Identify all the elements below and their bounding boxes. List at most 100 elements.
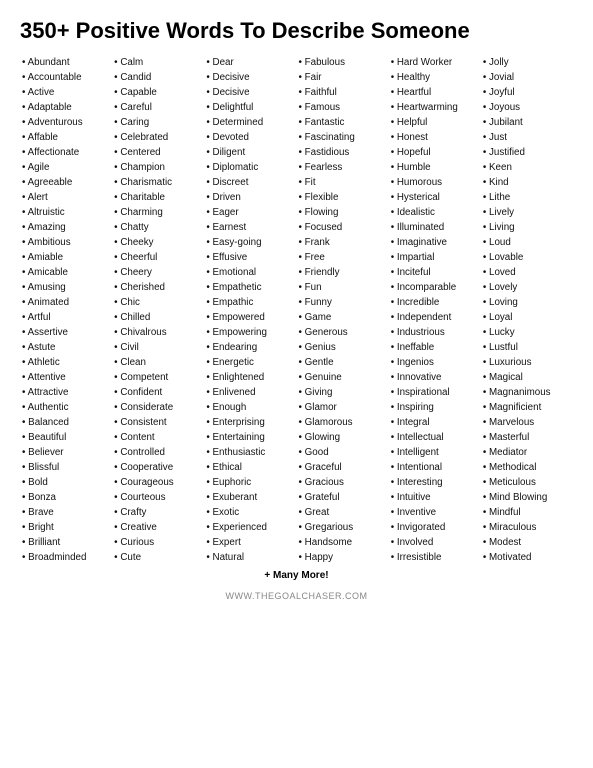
word-item: Athletic [20, 356, 108, 371]
word-item: Emotional [204, 266, 292, 281]
word-item: Gregarious [297, 521, 385, 536]
word-item: Happy [297, 551, 385, 566]
word-item: Authentic [20, 401, 108, 416]
word-item: Faithful [297, 86, 385, 101]
word-item: Clean [112, 356, 200, 371]
word-item: Gentle [297, 356, 385, 371]
word-item: Brave [20, 506, 108, 521]
word-item: Joyous [481, 101, 569, 116]
more-label: + Many More! [20, 570, 573, 581]
word-item: Luxurious [481, 356, 569, 371]
word-item: Ambitious [20, 236, 108, 251]
word-item: Imaginative [389, 236, 477, 251]
footer-url: WWW.THEGOALCHASER.COM [20, 591, 573, 601]
word-item: Game [297, 311, 385, 326]
word-item: Effusive [204, 251, 292, 266]
word-item: Balanced [20, 416, 108, 431]
word-item: Interesting [389, 476, 477, 491]
word-item: Innovative [389, 371, 477, 386]
word-item: Calm [112, 56, 200, 71]
word-item: Jolly [481, 56, 569, 71]
word-item: Lustful [481, 341, 569, 356]
word-item: Considerate [112, 401, 200, 416]
word-item: Amazing [20, 221, 108, 236]
column-6: JollyJovialJoyfulJoyousJubilantJustJusti… [481, 56, 573, 565]
word-item: Generous [297, 326, 385, 341]
word-item: Healthy [389, 71, 477, 86]
word-item: Amiable [20, 251, 108, 266]
word-item: Marvelous [481, 416, 569, 431]
word-item: Euphoric [204, 476, 292, 491]
word-item: Magnificient [481, 401, 569, 416]
word-item: Capable [112, 86, 200, 101]
word-item: Accountable [20, 71, 108, 86]
word-item: Irresistible [389, 551, 477, 566]
words-grid: AbundantAccountableActiveAdaptableAdvent… [20, 56, 573, 565]
word-item: Courteous [112, 491, 200, 506]
word-item: Involved [389, 536, 477, 551]
column-1: AbundantAccountableActiveAdaptableAdvent… [20, 56, 112, 565]
word-item: Intellectual [389, 431, 477, 446]
word-item: Modest [481, 536, 569, 551]
word-item: Attractive [20, 386, 108, 401]
word-item: Keen [481, 161, 569, 176]
word-item: Diligent [204, 146, 292, 161]
page-title: 350+ Positive Words To Describe Someone [20, 18, 573, 44]
column-3: DearDecisiveDecisiveDelightfulDetermined… [204, 56, 296, 565]
word-item: Great [297, 506, 385, 521]
word-item: Charitable [112, 191, 200, 206]
word-item: Hopeful [389, 146, 477, 161]
word-item: Civil [112, 341, 200, 356]
word-item: Assertive [20, 326, 108, 341]
word-item: Alert [20, 191, 108, 206]
word-item: Miraculous [481, 521, 569, 536]
word-item: Loving [481, 296, 569, 311]
word-item: Attentive [20, 371, 108, 386]
word-item: Empathetic [204, 281, 292, 296]
word-item: Cheery [112, 266, 200, 281]
word-item: Decisive [204, 86, 292, 101]
word-item: Glowing [297, 431, 385, 446]
word-item: Masterful [481, 431, 569, 446]
word-item: Inspiring [389, 401, 477, 416]
word-item: Kind [481, 176, 569, 191]
word-item: Centered [112, 146, 200, 161]
word-item: Adventurous [20, 116, 108, 131]
word-item: Content [112, 431, 200, 446]
word-item: Chilled [112, 311, 200, 326]
word-item: Bold [20, 476, 108, 491]
word-item: Illuminated [389, 221, 477, 236]
word-item: Free [297, 251, 385, 266]
word-item: Cheerful [112, 251, 200, 266]
word-item: Believer [20, 446, 108, 461]
word-item: Impartial [389, 251, 477, 266]
word-item: Meticulous [481, 476, 569, 491]
word-item: Affectionate [20, 146, 108, 161]
word-item: Exuberant [204, 491, 292, 506]
word-item: Caring [112, 116, 200, 131]
word-item: Ineffable [389, 341, 477, 356]
word-item: Gracious [297, 476, 385, 491]
word-item: Humorous [389, 176, 477, 191]
word-item: Beautiful [20, 431, 108, 446]
word-item: Living [481, 221, 569, 236]
word-item: Justified [481, 146, 569, 161]
word-item: Flexible [297, 191, 385, 206]
word-item: Integral [389, 416, 477, 431]
word-item: Glamorous [297, 416, 385, 431]
word-item: Adaptable [20, 101, 108, 116]
column-4: FabulousFairFaithfulFamousFantasticFasci… [297, 56, 389, 565]
word-item: Heartful [389, 86, 477, 101]
word-item: Enthusiastic [204, 446, 292, 461]
word-item: Grateful [297, 491, 385, 506]
word-item: Genius [297, 341, 385, 356]
word-item: Celebrated [112, 131, 200, 146]
word-item: Industrious [389, 326, 477, 341]
word-item: Loud [481, 236, 569, 251]
word-item: Motivated [481, 551, 569, 566]
word-item: Competent [112, 371, 200, 386]
word-item: Discreet [204, 176, 292, 191]
word-item: Fearless [297, 161, 385, 176]
word-item: Bonza [20, 491, 108, 506]
word-item: Brilliant [20, 536, 108, 551]
